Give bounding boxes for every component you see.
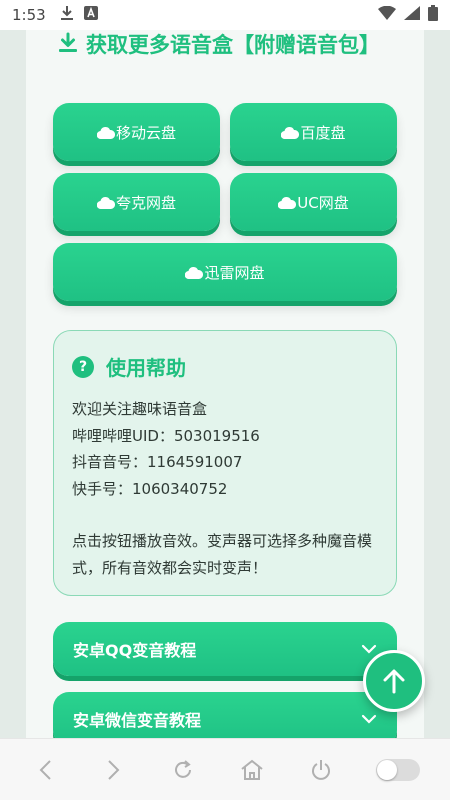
help-line: 哔哩哔哩UID：503019516 — [72, 426, 260, 445]
cloud-icon — [281, 126, 300, 139]
accordion-label: 安卓QQ变音教程 — [73, 641, 197, 660]
power-icon[interactable] — [307, 756, 335, 784]
cloud-button-kuake[interactable]: 夸克网盘 — [53, 173, 220, 231]
section-title: 获取更多语音盒【附赠语音包】 — [58, 30, 398, 61]
chevron-down-icon — [361, 644, 377, 654]
cloud-icon — [278, 196, 297, 209]
toggle-knob — [376, 759, 397, 780]
refresh-icon[interactable] — [169, 756, 197, 784]
status-time: 1:53 — [12, 6, 46, 24]
cloud-button-label: 夸克网盘 — [115, 193, 176, 212]
chevron-down-icon — [361, 714, 377, 724]
wifi-icon — [378, 5, 396, 24]
help-spacer — [72, 502, 382, 528]
help-line: 抖音音号：1164591007 — [72, 453, 243, 471]
help-line: 快手号：1060340752 — [72, 479, 228, 498]
cloud-button-xunlei[interactable]: 迅雷网盘 — [53, 243, 397, 301]
cloud-icon — [96, 126, 115, 139]
help-title-text: 使用帮助 — [106, 356, 186, 380]
back-icon[interactable] — [31, 756, 59, 784]
arrow-up-icon — [383, 669, 405, 694]
cloud-icon — [96, 196, 115, 209]
cloud-button-label: 移动云盘 — [115, 123, 176, 142]
question-icon: ? — [72, 355, 94, 378]
download-icon — [60, 5, 74, 25]
accordion-label: 安卓微信变音教程 — [73, 711, 202, 730]
help-text: 欢迎关注趣味语音盒 哔哩哔哩UID：503019516 抖音音号：1164591… — [72, 396, 382, 581]
page-margin-right — [424, 30, 450, 738]
signal-icon — [404, 6, 420, 24]
cloud-button-uc[interactable]: UC网盘 — [230, 173, 397, 231]
a-badge-icon — [83, 6, 98, 24]
section-title-text: 获取更多语音盒【附赠语音包】 — [86, 33, 380, 57]
help-paragraph: 点击按钮播放音效。变声器可选择多种魔音模式，所有音效都会实时变声！ — [72, 532, 373, 577]
cloud-button-label: 迅雷网盘 — [204, 263, 265, 282]
help-line: 欢迎关注趣味语音盒 — [72, 400, 208, 418]
cloud-button-label: UC网盘 — [297, 193, 349, 212]
cloud-icon — [185, 266, 204, 279]
accordion-qq-tutorial[interactable]: 安卓QQ变音教程 — [53, 622, 397, 676]
page-margin-left — [0, 30, 26, 738]
forward-icon[interactable] — [100, 756, 128, 784]
bottom-nav — [0, 738, 450, 800]
toggle-switch[interactable] — [375, 758, 420, 781]
help-title: ? 使用帮助 — [72, 352, 186, 381]
cloud-button-baidu[interactable]: 百度盘 — [230, 103, 397, 161]
home-icon[interactable] — [238, 756, 266, 784]
download-icon — [59, 32, 77, 52]
battery-icon — [428, 5, 438, 25]
scroll-top-button[interactable] — [363, 650, 425, 712]
cloud-button-label: 百度盘 — [300, 123, 346, 142]
cloud-button-yidong[interactable]: 移动云盘 — [53, 103, 220, 161]
status-bar: 1:53 — [0, 0, 450, 30]
